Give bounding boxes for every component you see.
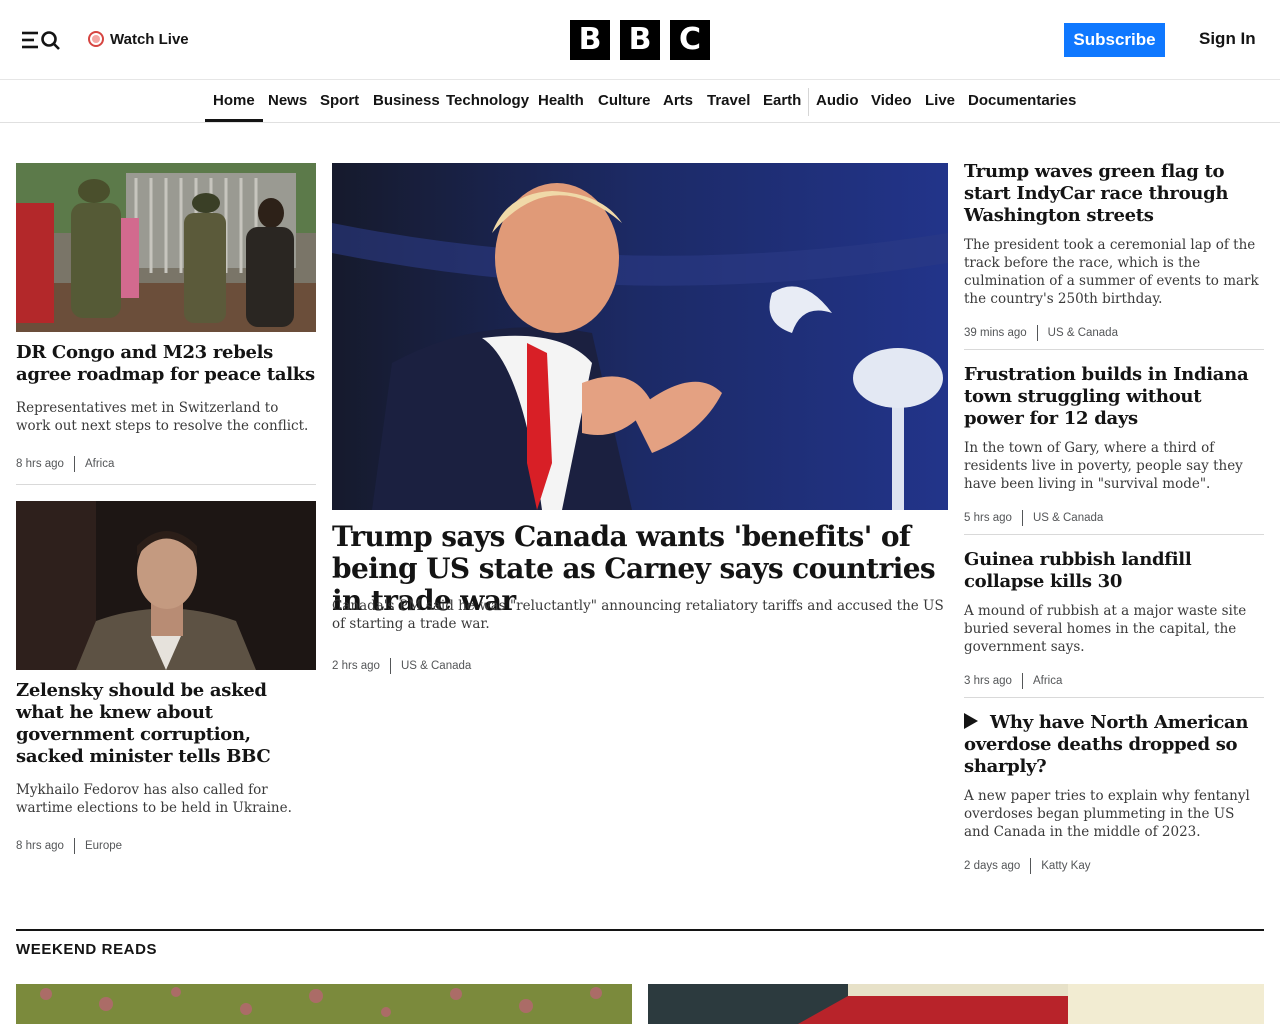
story-time: 5 hrs ago [964,512,1012,524]
story-headline-indycar[interactable]: Trump waves green flag to start IndyCar … [964,161,1264,227]
bbc-logo[interactable]: B B C [570,20,710,60]
nav-item-audio[interactable]: Audio [816,92,859,109]
section-divider [16,929,1264,931]
nav-divider [808,88,809,116]
story-summary-overdose: A new paper tries to explain why fentany… [964,788,1250,840]
meta-separator [73,838,75,854]
nav-item-home[interactable]: Home [205,92,263,122]
story-headline-guinea[interactable]: Guinea rubbish landfill collapse kills 3… [964,549,1264,593]
story-meta-guinea: 3 hrs ago Africa [964,673,1062,689]
menu-icon [22,31,38,49]
story-section-link[interactable]: US & Canada [401,660,471,672]
story-divider [16,484,316,485]
nav-item-business[interactable]: Business [373,92,440,109]
story-time: 2 hrs ago [332,660,380,672]
watch-live-link[interactable]: Watch Live [88,28,189,50]
story-summary-indycar: The president took a ceremonial lap of t… [964,237,1259,307]
watch-live-label: Watch Live [110,30,189,48]
story-image-zelensky[interactable] [16,501,316,670]
story-image-congo[interactable] [16,163,316,332]
nav-item-live[interactable]: Live [925,92,955,109]
story-section-link[interactable]: Europe [85,840,122,852]
story-headline-overdose-text: Why have North American overdose deaths … [964,712,1249,777]
subscribe-button[interactable]: Subscribe [1064,23,1165,57]
meta-separator [1021,510,1023,526]
story-meta-indiana: 5 hrs ago US & Canada [964,510,1103,526]
nav-item-video[interactable]: Video [871,92,912,109]
logo-block-b2: B [620,20,660,60]
nav-item-technology[interactable]: Technology [446,92,529,109]
story-time: 39 mins ago [964,327,1027,339]
story-summary-zelensky: Mykhailo Fedorov has also called for war… [16,782,292,816]
nav-item-arts[interactable]: Arts [663,92,693,109]
nav-item-sport[interactable]: Sport [320,92,359,109]
nav-item-travel[interactable]: Travel [707,92,750,109]
story-meta-zelensky: 8 hrs ago Europe [16,838,122,854]
story-time: 3 hrs ago [964,675,1012,687]
weekend-story-image-2[interactable] [648,984,1264,1024]
story-headline-indiana[interactable]: Frustration builds in Indiana town strug… [964,364,1264,430]
logo-block-c: C [670,20,710,60]
story-divider [964,697,1264,698]
story-summary-congo: Representatives met in Switzerland to wo… [16,400,309,434]
story-headline-congo[interactable]: DR Congo and M23 rebels agree roadmap fo… [16,342,316,386]
meta-separator [1036,325,1038,341]
story-divider [964,349,1264,350]
search-icon [41,31,60,50]
live-icon [88,31,104,47]
nav-item-earth[interactable]: Earth [763,92,801,109]
meta-separator [1021,673,1023,689]
meta-separator [389,658,391,674]
story-summary-guinea: A mound of rubbish at a major waste site… [964,603,1247,655]
main-story-meta: 2 hrs ago US & Canada [332,658,471,674]
main-story-image[interactable] [332,163,948,510]
meta-separator [73,456,75,472]
nav-item-health[interactable]: Health [538,92,584,109]
nav-item-culture[interactable]: Culture [598,92,651,109]
story-time: 8 hrs ago [16,458,64,470]
story-time: 2 days ago [964,860,1021,872]
story-time: 8 hrs ago [16,840,64,852]
section-title-weekend-reads[interactable]: WEEKEND READS [16,941,157,958]
nav-item-news[interactable]: News [268,92,307,109]
story-author-link[interactable]: Katty Kay [1041,860,1090,872]
story-section-link[interactable]: US & Canada [1033,512,1103,524]
weekend-story-image-1[interactable] [16,984,632,1024]
story-headline-overdose[interactable]: Why have North American overdose deaths … [964,712,1264,778]
story-meta-congo: 8 hrs ago Africa [16,456,114,472]
story-divider [964,534,1264,535]
story-section-link[interactable]: US & Canada [1048,327,1118,339]
story-headline-zelensky[interactable]: Zelensky should be asked what he knew ab… [16,680,316,768]
main-story-summary: Canada's PM said he was "reluctantly" an… [332,598,944,632]
story-meta-indycar: 39 mins ago US & Canada [964,325,1118,341]
logo-block-b1: B [570,20,610,60]
story-summary-indiana: In the town of Gary, where a third of re… [964,440,1243,492]
story-meta-overdose: 2 days ago Katty Kay [964,858,1090,874]
nav-item-documentaries[interactable]: Documentaries [968,92,1076,109]
play-icon [964,713,978,729]
main-navigation: Home News Sport Business Technology Heal… [0,80,1280,123]
meta-separator [1030,858,1032,874]
top-bar: Watch Live B B C Subscribe Sign In [0,0,1280,80]
story-section-link[interactable]: Africa [85,458,114,470]
menu-search-button[interactable] [20,26,64,54]
sign-in-link[interactable]: Sign In [1199,29,1256,49]
story-section-link[interactable]: Africa [1033,675,1062,687]
